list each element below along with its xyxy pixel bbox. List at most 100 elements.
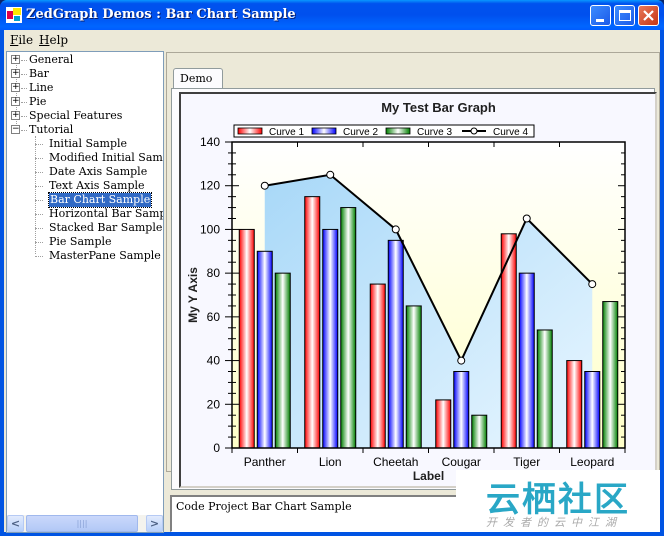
tree-node-label: Tutorial — [29, 123, 74, 136]
bar-curve-2-lion — [322, 228, 339, 449]
tab-label: Demo — [180, 72, 213, 85]
tree-node-label: Initial Sample — [49, 137, 128, 150]
curve-4-point-panther — [260, 181, 269, 190]
tree-line — [21, 60, 27, 61]
expand-icon[interactable]: + — [11, 83, 20, 92]
bar-curve-1-panther — [238, 228, 255, 449]
tree-line — [35, 136, 36, 254]
legend-swatch-2 — [311, 127, 337, 135]
bar-curve-1-tiger — [500, 233, 517, 449]
tab-page-demo: My Test Bar Graph 0 20 40 60 80 100 120 140 Panth… — [171, 88, 657, 490]
grip-icon: |||| — [76, 519, 88, 528]
sample-tree[interactable]: + General + Bar + Line + Pie + Special F… — [6, 51, 164, 533]
tree-line — [35, 214, 43, 215]
tree-line — [35, 144, 43, 145]
legend-label-1: Curve 1 — [269, 127, 304, 138]
y-tick-label: 60 — [207, 310, 221, 324]
minimize-button[interactable] — [590, 5, 611, 26]
bar-curve-3-lion — [340, 207, 357, 449]
bar-chart: My Test Bar Graph 0 20 40 60 80 100 120 140 Panth… — [186, 100, 626, 483]
tree-line — [35, 256, 43, 257]
tree-node-label: Modified Initial Sample — [49, 151, 163, 164]
expand-icon[interactable]: + — [11, 55, 20, 64]
tab-demo[interactable]: Demo — [173, 68, 223, 88]
app-window: ZedGraph Demos : Bar Chart Sample File H… — [0, 0, 664, 536]
chart-title: My Test Bar Graph — [381, 100, 496, 115]
menu-help[interactable]: Help — [39, 33, 68, 47]
x-tick-label: Cougar — [442, 455, 481, 469]
bar-curve-1-cougar — [435, 399, 452, 449]
tree-node-label: Special Features — [29, 109, 123, 122]
legend-swatch-1 — [237, 127, 263, 135]
legend-label-2: Curve 2 — [343, 127, 378, 138]
chevron-left-icon: < — [10, 517, 21, 530]
minimize-icon — [596, 19, 604, 22]
tree-line — [35, 158, 43, 159]
scroll-left-button[interactable]: < — [7, 515, 24, 532]
bar-curve-1-leopard — [566, 360, 583, 449]
chevron-right-icon: > — [149, 517, 160, 530]
menu-help-rest: elp — [49, 33, 69, 47]
y-axis-label: My Y Axis — [186, 267, 200, 323]
bar-curve-2-cheetah — [387, 239, 404, 449]
window-title: ZedGraph Demos : Bar Chart Sample — [26, 7, 296, 22]
tree-node-label: Bar — [29, 67, 49, 80]
bar-curve-3-panther — [274, 272, 291, 449]
watermark-subtitle: 开发者的云中江湖 — [486, 516, 622, 529]
x-tick-label: Cheetah — [373, 455, 418, 469]
y-tick-label: 0 — [213, 441, 220, 455]
tree-line — [21, 130, 27, 131]
menu-bar: File Help — [4, 30, 660, 50]
expand-icon[interactable]: + — [11, 111, 20, 120]
description-text: Code Project Bar Chart Sample — [176, 500, 352, 513]
tree-line — [35, 200, 43, 201]
curve-4-point-leopard — [588, 280, 597, 289]
y-tick-label: 140 — [200, 135, 220, 149]
bar-curve-2-tiger — [518, 272, 535, 449]
tree-line — [35, 186, 43, 187]
tree-line — [21, 74, 27, 75]
tree-node-label: Text Axis Sample — [49, 179, 145, 192]
tree-node-label: Bar Chart Sample — [47, 192, 153, 208]
title-bar[interactable]: ZedGraph Demos : Bar Chart Sample — [0, 0, 664, 30]
scroll-right-button[interactable]: > — [146, 515, 163, 532]
x-axis-label: Label — [413, 469, 444, 483]
expand-icon[interactable]: + — [11, 69, 20, 78]
collapse-icon[interactable]: − — [11, 125, 20, 134]
zedgraph-control[interactable]: My Test Bar Graph 0 20 40 60 80 100 120 140 Panth… — [179, 92, 657, 488]
x-tick-label: Tiger — [513, 455, 540, 469]
maximize-icon — [619, 10, 631, 21]
y-tick-label: 40 — [207, 354, 221, 368]
y-tick-label: 80 — [207, 266, 221, 280]
menu-file-rest: ile — [18, 33, 34, 47]
y-tick-label: 120 — [200, 179, 220, 193]
x-tick-label: Lion — [319, 455, 342, 469]
close-icon — [643, 10, 654, 21]
close-button[interactable] — [638, 5, 659, 26]
tree-line — [21, 102, 27, 103]
tree-line — [35, 228, 43, 229]
curve-4-point-tiger — [522, 214, 531, 223]
tree-line — [35, 172, 43, 173]
curve-4-point-cougar — [457, 356, 466, 365]
menu-help-accel: H — [39, 33, 50, 47]
bar-curve-2-panther — [256, 250, 273, 449]
tree-node-label: Pie — [29, 95, 47, 108]
app-icon — [6, 7, 22, 23]
tree-horizontal-scrollbar[interactable]: < |||| > — [7, 515, 163, 532]
bar-curve-2-cougar — [453, 371, 470, 449]
tree-line — [35, 242, 43, 243]
watermark: 云栖社区 开发者的云中江湖 — [456, 470, 660, 532]
curve-4-point-lion — [326, 170, 335, 179]
tab-control: Demo My Test Bar Graph 0 20 40 60 80 100 120 140… — [166, 52, 660, 490]
menu-file[interactable]: File — [10, 33, 33, 47]
bar-curve-3-cougar — [471, 414, 488, 449]
expand-icon[interactable]: + — [11, 97, 20, 106]
legend-label-4: Curve 4 — [493, 127, 528, 138]
maximize-button[interactable] — [614, 5, 635, 26]
curve-4-point-cheetah — [391, 225, 400, 234]
scroll-thumb[interactable]: |||| — [26, 515, 138, 532]
x-tick-label: Panther — [244, 455, 286, 469]
legend-swatch-3 — [385, 127, 411, 135]
bar-curve-1-lion — [304, 196, 321, 449]
